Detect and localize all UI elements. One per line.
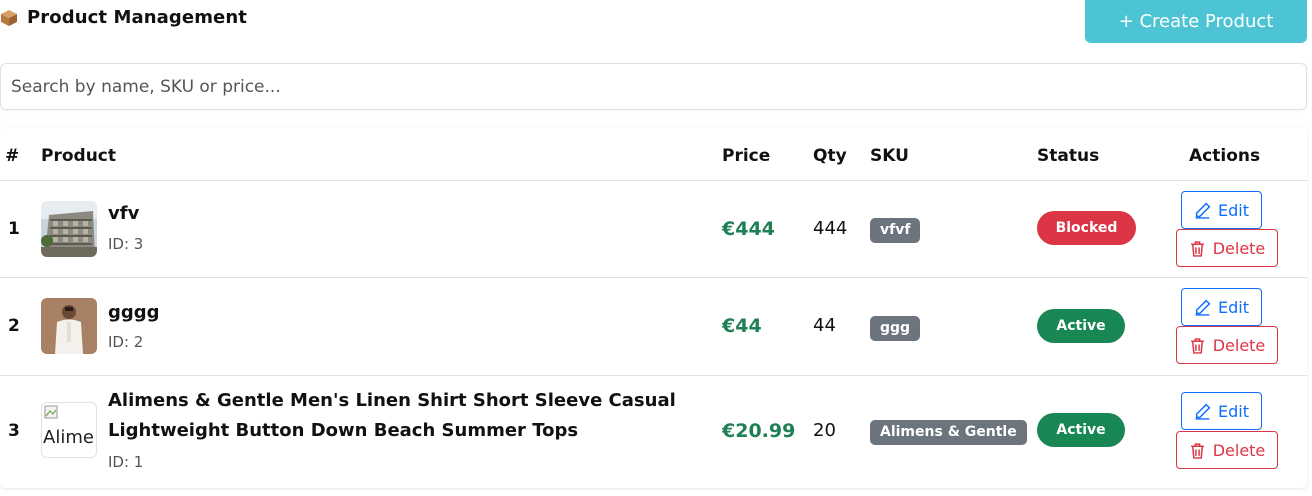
trash-icon [1190,240,1204,257]
header-divider [0,180,1307,181]
product-id: ID: 2 [108,333,144,351]
broken-image-icon [44,405,58,419]
column-header-qty: Qty [813,146,847,166]
product-price: €444 [722,218,775,240]
product-image [41,298,97,354]
search-input[interactable] [1,64,1306,109]
column-header-sku: SKU [870,146,909,166]
product-qty: 20 [813,420,836,441]
edit-label: Edit [1218,297,1249,317]
pencil-icon [1195,403,1211,420]
column-header-number: # [5,146,20,166]
product-qty: 44 [813,315,836,336]
trash-icon [1190,442,1204,459]
header: Product Management + Create Product [0,0,1312,50]
product-name-line-1: Alimens & Gentle Men's Linen Shirt Short… [108,390,676,411]
row-number: 2 [8,316,20,336]
row-divider [0,375,1307,376]
product-price: €20.99 [722,420,796,442]
status-badge: Active [1037,309,1125,343]
sku-badge: Alimens & Gentle [870,420,1027,445]
column-header-status: Status [1037,146,1100,166]
row-number: 3 [8,421,20,441]
page-title: Product Management [27,7,247,28]
row-divider [0,277,1307,278]
product-name: gggg [108,302,160,323]
product-id: ID: 1 [108,453,144,471]
sku-badge: ggg [870,316,921,341]
edit-label: Edit [1218,401,1249,421]
trash-icon [1190,337,1204,354]
pencil-icon [1195,299,1211,316]
status-badge: Blocked [1037,211,1136,245]
row-number: 1 [8,219,20,239]
delete-button[interactable]: Delete [1176,326,1278,364]
product-price: €44 [722,315,762,337]
delete-label: Delete [1212,440,1266,460]
image-alt-text: Alime [43,427,94,448]
product-name-line-2: Lightweight Button Down Beach Summer Top… [108,420,579,441]
create-product-button[interactable]: + Create Product [1085,0,1307,43]
pencil-icon [1195,202,1211,219]
man-in-white-shirt-photo [41,298,97,354]
package-icon [1,9,17,26]
column-header-product: Product [41,146,116,166]
column-header-actions: Actions [1189,146,1261,166]
sku-badge: vfvf [870,218,921,243]
column-header-price: Price [722,146,771,166]
delete-label: Delete [1212,335,1266,355]
page-title-wrap: Product Management [0,7,247,28]
edit-button[interactable]: Edit [1181,288,1262,326]
delete-label: Delete [1212,238,1266,258]
product-qty: 444 [813,218,848,239]
product-id: ID: 3 [108,235,144,253]
product-image: Alime [41,402,97,458]
status-badge: Active [1037,413,1125,447]
search-box [0,63,1307,110]
building-photo [41,201,97,257]
product-image [41,201,97,257]
edit-label: Edit [1218,200,1249,220]
delete-button[interactable]: Delete [1176,229,1278,267]
product-name: vfv [108,203,140,224]
edit-button[interactable]: Edit [1181,392,1262,430]
delete-button[interactable]: Delete [1176,431,1278,469]
edit-button[interactable]: Edit [1181,191,1262,229]
